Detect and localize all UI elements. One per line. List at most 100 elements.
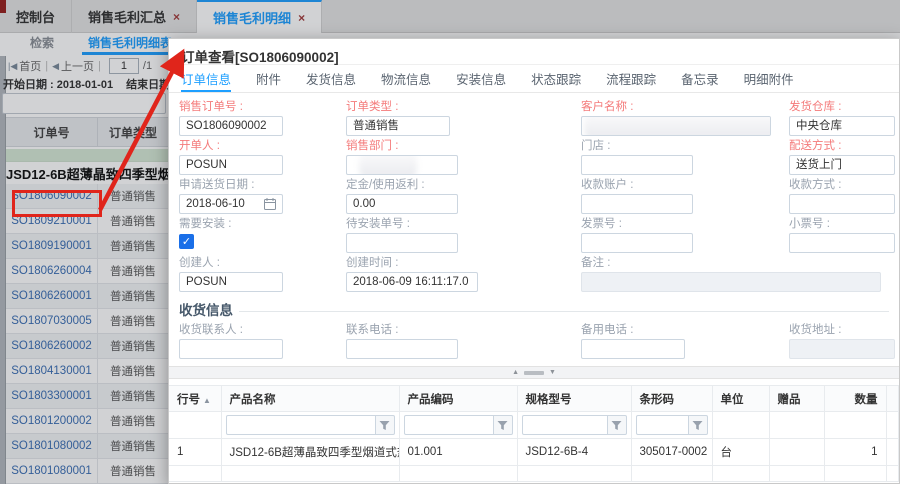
field-label: 门店 : [581, 140, 611, 152]
field-label: 备注 : [581, 257, 611, 269]
col-barcode[interactable]: 条形码 [631, 385, 713, 412]
detail-table: 行号 ▲ 产品名称 产品编码 规格型号 条形码 单位 赠品 数量 1 JSD12… [169, 385, 899, 482]
cell-unit: 台 [712, 438, 770, 466]
spec-model-filter-input[interactable] [521, 415, 608, 435]
funnel-icon[interactable] [375, 415, 395, 435]
field-label: 配送方式 : [789, 140, 842, 152]
field-label: 创建时间 : [346, 257, 399, 269]
funnel-icon[interactable] [493, 415, 513, 435]
receiving-form: 收货联系人 : 联系电话 : 备用电话 : 收货地址 : [179, 324, 895, 359]
dtab-order-info[interactable]: 订单信息 [181, 65, 232, 92]
field-label: 定金/使用返利 : [346, 179, 425, 191]
sales-dept-input[interactable] [346, 155, 458, 175]
field-label: 申请送货日期 : [179, 179, 255, 191]
funnel-icon[interactable] [607, 415, 627, 435]
receiving-section-header: 收货信息 [179, 299, 889, 319]
col-product-name[interactable]: 产品名称 [221, 385, 400, 412]
order-view-dialog: 订单查看[SO1806090002] 订单信息 附件 发货信息 物流信息 安装信… [168, 38, 900, 484]
filter-cell [712, 411, 770, 439]
dtab-shipping-info[interactable]: 发货信息 [306, 65, 356, 92]
dialog-tab-bar: 订单信息 附件 发货信息 物流信息 安装信息 状态跟踪 流程跟踪 备忘录 明细附… [169, 65, 899, 93]
col-qty[interactable]: 数量 [824, 385, 887, 412]
product-code-filter-input[interactable] [403, 415, 494, 435]
field-label: 销售部门 : [346, 140, 399, 152]
delivery-date-input[interactable]: 2018-06-10 [179, 194, 283, 214]
invoice-no-input[interactable] [581, 233, 693, 253]
dtab-status-tracking[interactable]: 状态跟踪 [531, 65, 581, 92]
dtab-memo[interactable]: 备忘录 [681, 65, 719, 92]
dtab-attachments[interactable]: 附件 [256, 65, 281, 92]
cell-barcode: 305017-0002 [631, 438, 713, 466]
remark-input[interactable] [581, 272, 881, 292]
alt-phone-input[interactable] [581, 339, 685, 359]
field-label: 订单类型 : [346, 101, 399, 113]
splitter-handle[interactable] [524, 370, 544, 375]
detail-table-wrap: 行号 ▲ 产品名称 产品编码 规格型号 条形码 单位 赠品 数量 1 JSD12… [169, 385, 899, 482]
order-form: 销售订单号 : SO1806090002 订单类型 : 普通销售 客户名称 : 发货… [179, 101, 895, 292]
creator-input[interactable]: POSUN [179, 155, 283, 175]
field-label: 联系电话 : [346, 324, 399, 336]
sort-asc-icon[interactable]: ▲ [203, 396, 211, 405]
field-label: 小票号 : [789, 218, 830, 230]
col-filler [886, 385, 899, 412]
dtab-detail-attachments[interactable]: 明细附件 [744, 65, 794, 92]
filter-cell [824, 411, 887, 439]
need-install-checkbox[interactable]: ✓ [179, 234, 194, 249]
col-line-no[interactable]: 行号 ▲ [169, 385, 222, 412]
collapse-down-icon[interactable]: ▼ [549, 369, 556, 376]
dtab-logistics-info[interactable]: 物流信息 [381, 65, 431, 92]
section-title: 收货信息 [179, 303, 233, 318]
warehouse-input[interactable]: 中央仓库 [789, 116, 895, 136]
cell-gift [769, 438, 825, 466]
col-product-code[interactable]: 产品编码 [399, 385, 518, 412]
col-spec-model[interactable]: 规格型号 [517, 385, 632, 412]
annotation-highlight-box [12, 190, 102, 217]
delivery-method-input[interactable]: 送货上门 [789, 155, 895, 175]
field-label: 需要安装 : [179, 218, 232, 230]
payment-account-input[interactable] [581, 194, 693, 214]
col-unit[interactable]: 单位 [712, 385, 770, 412]
cell-product-name: JSD12-6B超薄晶致四季型烟道式热水器(... [221, 438, 400, 466]
receiving-contact-input[interactable] [179, 339, 283, 359]
filter-cell [769, 411, 825, 439]
panel-splitter[interactable]: ▲ ▼ [169, 366, 899, 379]
col-gift[interactable]: 赠品 [769, 385, 825, 412]
field-label: 收货地址 : [789, 324, 842, 336]
store-input[interactable] [581, 155, 693, 175]
dialog-body: 销售订单号 : SO1806090002 订单类型 : 普通销售 客户名称 : 发货… [169, 93, 899, 482]
field-label: 客户名称 : [581, 101, 634, 113]
receiving-address-input[interactable] [789, 339, 895, 359]
product-name-filter-input[interactable] [225, 415, 376, 435]
created-by-input[interactable]: POSUN [179, 272, 283, 292]
cell-qty: 1 [824, 438, 887, 466]
field-label: 发票号 : [581, 218, 622, 230]
field-label: 收款账户 : [581, 179, 634, 191]
section-divider [239, 310, 889, 312]
date-value: 2018-06-10 [186, 198, 245, 210]
detail-data-row[interactable]: 1 JSD12-6B超薄晶致四季型烟道式热水器(... 01.001 JSD12… [169, 438, 899, 466]
field-label: 备用电话 : [581, 324, 634, 336]
app-window: 控制台 销售毛利汇总 × 销售毛利明细 × 检索 销售毛利明细表 |◀ 首页 | ◀… [0, 0, 900, 484]
calendar-icon[interactable] [264, 198, 276, 210]
payment-method-input[interactable] [789, 194, 895, 214]
field-label: 开单人 : [179, 140, 220, 152]
customer-name-input[interactable] [581, 116, 771, 136]
created-time-input[interactable]: 2018-06-09 16:11:17.0 [346, 272, 478, 292]
barcode-filter-input[interactable] [635, 415, 689, 435]
contact-phone-input[interactable] [346, 339, 458, 359]
order-type-input[interactable]: 普通销售 [346, 116, 450, 136]
dtab-process-tracking[interactable]: 流程跟踪 [606, 65, 656, 92]
field-label: 收款方式 : [789, 179, 842, 191]
field-label: 销售订单号 : [179, 101, 243, 113]
filter-cell [169, 411, 222, 439]
deposit-input[interactable]: 0.00 [346, 194, 458, 214]
cell-line-no: 1 [169, 438, 222, 466]
receipt-no-input[interactable] [789, 233, 895, 253]
collapse-up-icon[interactable]: ▲ [512, 369, 519, 376]
dtab-install-info[interactable]: 安装信息 [456, 65, 506, 92]
sales-order-no-input[interactable]: SO1806090002 [179, 116, 283, 136]
funnel-icon[interactable] [688, 415, 708, 435]
field-label: 发货仓库 : [789, 101, 842, 113]
install-order-no-input[interactable] [346, 233, 458, 253]
field-label: 待安装单号 : [346, 218, 410, 230]
